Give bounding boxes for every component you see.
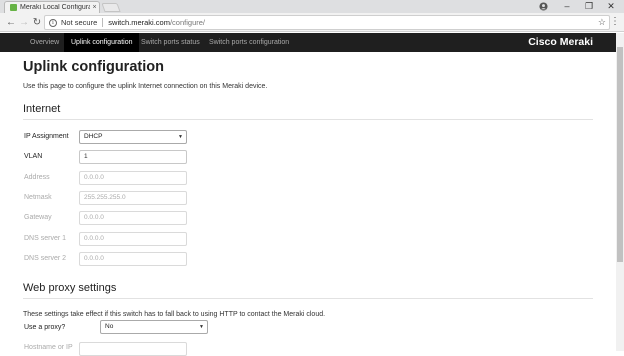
back-icon[interactable]: ← bbox=[5, 17, 17, 29]
dns-server-2-label: DNS server 2 bbox=[24, 255, 67, 262]
meraki-nav-bar: Overview Uplink configuration Switch por… bbox=[0, 33, 616, 52]
page-description: Use this page to configure the uplink In… bbox=[23, 83, 268, 90]
hostname-label: Hostname or IP bbox=[24, 344, 73, 351]
vlan-input[interactable]: 1 bbox=[79, 150, 187, 164]
web-proxy-heading: Web proxy settings bbox=[23, 282, 117, 294]
use-proxy-select[interactable]: No ▼ bbox=[100, 320, 208, 334]
use-proxy-value: No bbox=[105, 323, 114, 330]
address-input[interactable]: 0.0.0.0 bbox=[79, 171, 187, 185]
dns-server-2-input[interactable]: 0.0.0.0 bbox=[79, 252, 187, 266]
info-icon[interactable]: i bbox=[49, 18, 57, 27]
hostname-input[interactable] bbox=[79, 342, 187, 356]
section-divider bbox=[23, 298, 593, 299]
main-content: Uplink configuration Use this page to co… bbox=[0, 52, 616, 356]
address-bar[interactable]: i Not secure switch.meraki.com /configur… bbox=[44, 15, 610, 30]
use-proxy-label: Use a proxy? bbox=[24, 324, 66, 331]
tab-switch-ports-configuration[interactable]: Switch ports configuration bbox=[202, 33, 296, 52]
ip-assignment-label: IP Assignment bbox=[24, 133, 69, 140]
url-path: /configure/ bbox=[169, 18, 205, 27]
chevron-down-icon: ▼ bbox=[178, 134, 183, 140]
scrollbar-thumb[interactable] bbox=[617, 47, 623, 262]
gateway-input[interactable]: 0.0.0.0 bbox=[79, 211, 187, 225]
page-scrollbar[interactable] bbox=[616, 33, 624, 351]
netmask-input[interactable]: 255.255.255.0 bbox=[79, 191, 187, 205]
url-host: switch.meraki.com bbox=[108, 18, 170, 27]
security-label: Not secure bbox=[61, 18, 98, 27]
brand-logo: Cisco Meraki bbox=[528, 36, 593, 48]
tab-uplink-configuration[interactable]: Uplink configuration bbox=[64, 33, 140, 52]
browser-toolbar: ← → ↻ i Not secure switch.meraki.com /co… bbox=[0, 13, 624, 32]
more-menu-icon[interactable]: ⋮ bbox=[610, 17, 620, 27]
gateway-label: Gateway bbox=[24, 214, 52, 221]
meraki-favicon-icon bbox=[10, 4, 17, 11]
tab-overview[interactable]: Overview bbox=[23, 33, 66, 52]
forward-icon[interactable]: → bbox=[18, 17, 30, 29]
minimize-button[interactable]: – bbox=[556, 0, 578, 13]
netmask-label: Netmask bbox=[24, 194, 52, 201]
ip-assignment-select[interactable]: DHCP ▼ bbox=[79, 130, 187, 144]
new-tab-button[interactable] bbox=[101, 3, 121, 12]
star-icon[interactable]: ☆ bbox=[598, 17, 606, 28]
close-window-button[interactable]: ✕ bbox=[600, 0, 622, 13]
vlan-label: VLAN bbox=[24, 153, 43, 160]
tab-close-icon[interactable]: × bbox=[90, 4, 99, 11]
proxy-note: These settings take effect if this switc… bbox=[23, 311, 326, 318]
page-title: Uplink configuration bbox=[23, 59, 164, 75]
dns-server-1-input[interactable]: 0.0.0.0 bbox=[79, 232, 187, 246]
maximize-button[interactable]: ❐ bbox=[578, 0, 600, 13]
ip-assignment-value: DHCP bbox=[84, 133, 103, 140]
browser-tab[interactable]: Meraki Local Configura × bbox=[4, 1, 100, 13]
chevron-down-icon: ▼ bbox=[199, 324, 204, 330]
address-divider bbox=[102, 18, 104, 27]
tab-switch-ports-status[interactable]: Switch ports status bbox=[134, 33, 207, 52]
tab-title: Meraki Local Configura bbox=[20, 4, 90, 11]
reload-icon[interactable]: ↻ bbox=[31, 17, 43, 29]
section-divider bbox=[23, 119, 593, 120]
person-icon[interactable] bbox=[539, 2, 548, 11]
browser-tab-strip: Meraki Local Configura × – ❐ ✕ bbox=[0, 0, 624, 13]
dns-server-1-label: DNS server 1 bbox=[24, 235, 67, 242]
address-label: Address bbox=[24, 174, 50, 181]
internet-heading: Internet bbox=[23, 103, 61, 115]
